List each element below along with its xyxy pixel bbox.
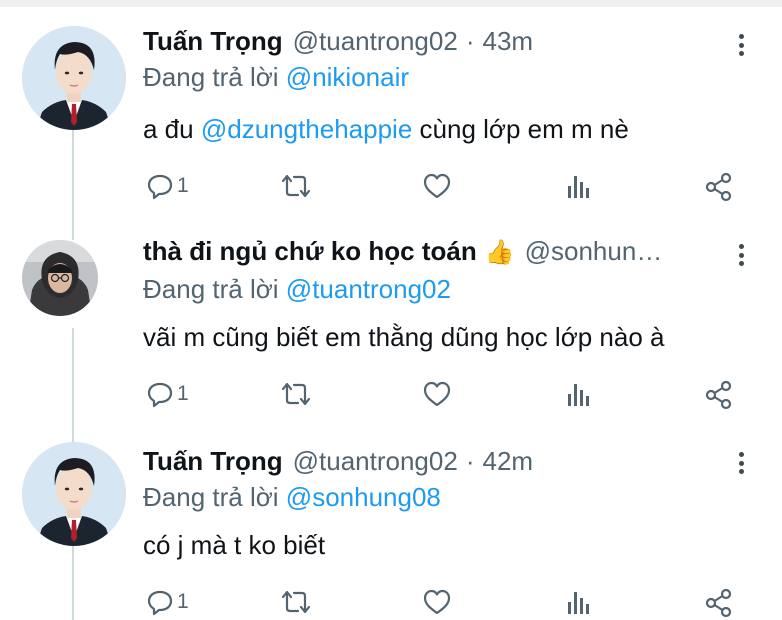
avatar[interactable] [22, 442, 126, 546]
like-button[interactable] [422, 588, 452, 616]
like-icon [423, 589, 451, 615]
reply-count: 1 [177, 590, 189, 613]
separator: · [465, 446, 475, 476]
handle[interactable]: @tuantrong02 [293, 446, 458, 477]
display-name[interactable]: Tuấn Trọng [143, 446, 283, 477]
retweet-button[interactable] [280, 588, 312, 616]
tweet[interactable]: Tuấn Trọng @tuantrong02 · 42m Đang trả l… [0, 0, 782, 620]
tweet-header: Tuấn Trọng @tuantrong02 · 42m [143, 446, 533, 480]
tweet-text-part: có j mà t ko biết [143, 530, 326, 560]
reply-button[interactable]: 1 [146, 588, 189, 616]
reply-icon [147, 590, 173, 616]
retweet-icon [281, 590, 311, 614]
replying-mention-link[interactable]: @sonhung08 [286, 482, 441, 512]
tweet-thread: Tuấn Trọng @tuantrong02 · 43m Đang trả l… [0, 0, 782, 620]
analytics-icon [568, 592, 589, 614]
tweet-text: có j mà t ko biết [143, 530, 325, 561]
timestamp[interactable]: 42m [482, 446, 533, 477]
more-options-icon[interactable] [732, 450, 750, 476]
replying-prefix: Đang trả lời [143, 482, 279, 512]
analytics-button[interactable] [566, 588, 590, 616]
replying-to: Đang trả lời @sonhung08 [143, 482, 441, 513]
avatar-suit-icon [22, 442, 126, 546]
share-button[interactable] [704, 588, 734, 618]
share-icon [705, 588, 732, 618]
